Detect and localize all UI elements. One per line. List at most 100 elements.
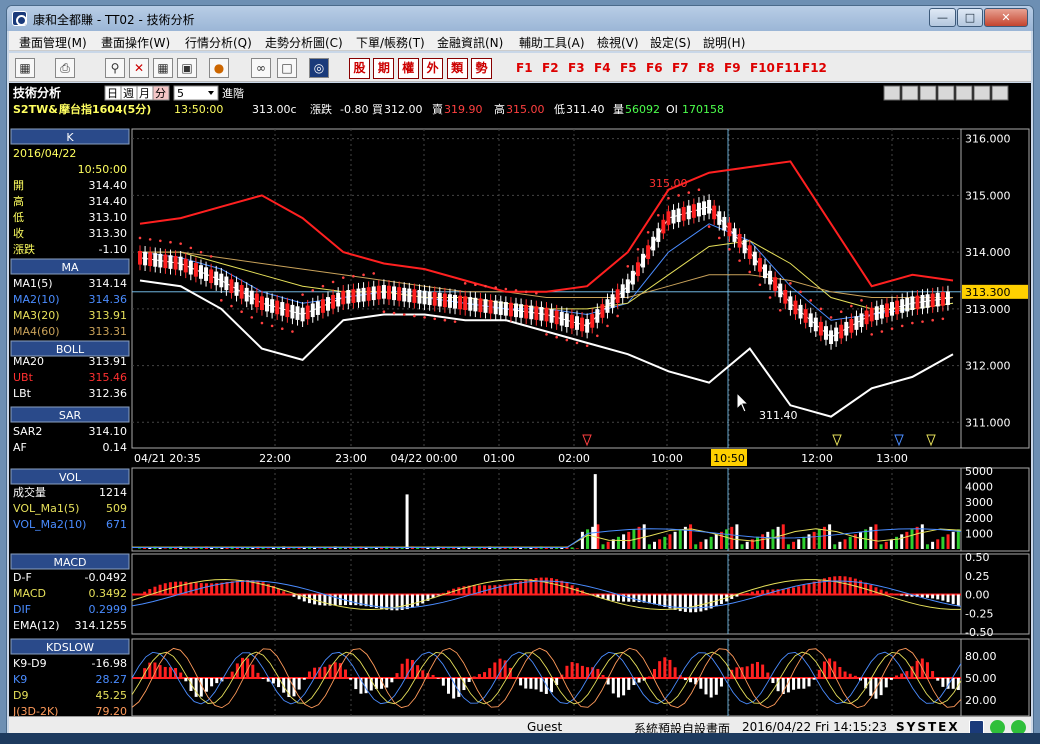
macd-histogram-bar bbox=[235, 580, 239, 595]
print-icon[interactable]: ⎙ bbox=[55, 58, 75, 78]
market-button-2[interactable]: 權 bbox=[397, 58, 419, 79]
volume-axis-tick: 1000 bbox=[965, 527, 993, 540]
technical-analysis-chart[interactable]: 技術分析 日週月分 5 進階 S2TW& 摩台指1604(5分) 13:50:00 313.0… bbox=[9, 83, 1031, 718]
chart-tool-icon-1[interactable] bbox=[901, 85, 919, 101]
menu-item-1[interactable]: 畫面操作(W) bbox=[101, 34, 170, 51]
window-layout-icon[interactable]: ▦ bbox=[15, 58, 35, 78]
volume-bar bbox=[601, 544, 605, 549]
macd-histogram-bar bbox=[421, 594, 425, 604]
volume-bar bbox=[421, 548, 425, 549]
macd-row-label: EMA(12) bbox=[13, 619, 60, 632]
function-key-f11[interactable]: F11 bbox=[776, 61, 801, 75]
menu-item-6[interactable]: 輔助工具(A) bbox=[519, 34, 585, 51]
function-key-f6[interactable]: F6 bbox=[646, 61, 663, 75]
function-key-f1[interactable]: F1 bbox=[516, 61, 533, 75]
sar-dot bbox=[484, 284, 487, 288]
macd-histogram-bar bbox=[544, 577, 548, 595]
menu-item-7[interactable]: 檢視(V) bbox=[597, 34, 639, 51]
menu-item-4[interactable]: 下單/帳務(T) bbox=[356, 34, 425, 51]
menu-item-2[interactable]: 行情分析(Q) bbox=[185, 34, 252, 51]
volume-bar bbox=[266, 548, 270, 549]
function-key-f3[interactable]: F3 bbox=[568, 61, 585, 75]
sar-dot bbox=[179, 242, 182, 245]
function-key-f9[interactable]: F9 bbox=[724, 61, 741, 75]
market-button-5[interactable]: 勢 bbox=[471, 58, 492, 79]
function-key-f7[interactable]: F7 bbox=[672, 61, 689, 75]
volume-bar bbox=[508, 547, 512, 549]
k-row-value: 313.10 bbox=[89, 211, 128, 224]
menu-item-8[interactable]: 設定(S) bbox=[650, 34, 691, 51]
candle bbox=[366, 287, 371, 301]
chart-tool-icon-5[interactable] bbox=[973, 85, 991, 101]
k-date: 2016/04/22 bbox=[13, 147, 76, 160]
period-value[interactable]: 5 bbox=[177, 87, 184, 100]
chart-tool-icon-0[interactable] bbox=[883, 85, 901, 101]
candle bbox=[244, 287, 249, 302]
market-button-1[interactable]: 期 bbox=[373, 58, 395, 79]
search-icon[interactable]: ⚲ bbox=[105, 58, 125, 78]
boll-row-value: 312.36 bbox=[89, 387, 128, 400]
market-button-3[interactable]: 外 bbox=[422, 58, 444, 79]
advanced-button[interactable]: 進階 bbox=[222, 86, 244, 100]
menu-item-9[interactable]: 說明(H) bbox=[703, 34, 745, 51]
macd-histogram-bar bbox=[889, 593, 893, 595]
sar-dot bbox=[941, 317, 945, 321]
maximize-button[interactable]: □ bbox=[957, 8, 983, 27]
kd-histogram-bar bbox=[611, 678, 615, 694]
function-key-f12[interactable]: F12 bbox=[802, 61, 827, 75]
chart-tool-icon-4[interactable] bbox=[955, 85, 973, 101]
function-key-f8[interactable]: F8 bbox=[698, 61, 715, 75]
function-key-f2[interactable]: F2 bbox=[542, 61, 559, 75]
kd-histogram-bar bbox=[534, 678, 538, 690]
sar-dot bbox=[646, 230, 650, 234]
kd-histogram-bar bbox=[704, 678, 708, 695]
calculator-icon[interactable]: ▣ bbox=[177, 58, 197, 78]
market-button-0[interactable]: 股 bbox=[349, 58, 370, 79]
candle bbox=[422, 290, 427, 305]
kd-panel-title: KDSLOW bbox=[46, 641, 94, 654]
globe-icon[interactable]: ● bbox=[209, 58, 229, 78]
volume-bar bbox=[931, 541, 935, 549]
sar-dot bbox=[423, 316, 426, 319]
menu-item-5[interactable]: 金融資訊(N) bbox=[437, 34, 503, 51]
kd-histogram-bar bbox=[900, 673, 904, 678]
candle bbox=[188, 260, 193, 275]
chart-tool-icon-3[interactable] bbox=[937, 85, 955, 101]
title-bar[interactable]: 康和全都賺 - TT02 - 技術分析 — □ ✕ bbox=[7, 6, 1033, 31]
macd-histogram-bar bbox=[323, 594, 327, 606]
macd-histogram-bar bbox=[658, 594, 662, 606]
chart-tool-icon-2[interactable] bbox=[919, 85, 937, 101]
function-key-f4[interactable]: F4 bbox=[594, 61, 611, 75]
candle bbox=[666, 211, 671, 225]
menu-item-0[interactable]: 畫面管理(M) bbox=[19, 34, 87, 51]
volume-bar bbox=[606, 541, 610, 549]
systex-logo-icon[interactable]: ◎ bbox=[309, 58, 329, 78]
close-all-icon[interactable]: ✕ bbox=[129, 58, 149, 78]
candle bbox=[508, 302, 513, 317]
quote-oi-label: OI bbox=[666, 103, 678, 116]
sar-dot bbox=[768, 296, 772, 299]
sar-dot bbox=[778, 308, 782, 312]
macd-histogram-bar bbox=[874, 587, 878, 595]
kd-histogram-bar bbox=[251, 664, 255, 678]
chart-tool-icon-6[interactable] bbox=[991, 85, 1009, 101]
kd-histogram-bar bbox=[483, 672, 487, 678]
function-key-f5[interactable]: F5 bbox=[620, 61, 637, 75]
price-axis-tick: 314.000 bbox=[965, 246, 1011, 259]
sar-dot bbox=[169, 240, 172, 244]
grid-icon[interactable]: ▦ bbox=[153, 58, 173, 78]
kd-histogram-bar bbox=[951, 678, 955, 689]
time-axis-tick: 22:00 bbox=[259, 452, 291, 465]
monitor-icon[interactable]: □ bbox=[277, 58, 297, 78]
function-key-f10[interactable]: F10 bbox=[750, 61, 775, 75]
close-button[interactable]: ✕ bbox=[984, 8, 1028, 27]
link-icon[interactable]: ∞ bbox=[251, 58, 271, 78]
menu-item-3[interactable]: 走勢分析圖(C) bbox=[265, 34, 343, 51]
kd-histogram-bar bbox=[410, 659, 414, 678]
candle bbox=[320, 299, 325, 313]
candle bbox=[945, 291, 950, 306]
minimize-button[interactable]: — bbox=[929, 8, 956, 27]
sar-dot bbox=[362, 273, 365, 277]
market-button-4[interactable]: 類 bbox=[446, 58, 468, 79]
price-axis-tick: 312.000 bbox=[965, 360, 1011, 373]
